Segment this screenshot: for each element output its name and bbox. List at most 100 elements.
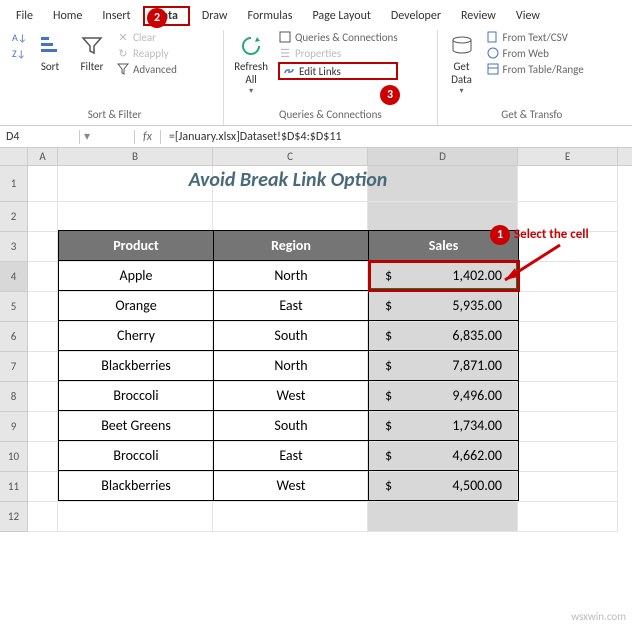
row-header[interactable]: 9 [0, 412, 28, 442]
fx-icon[interactable]: fx [134, 130, 161, 144]
row-header[interactable]: 10 [0, 442, 28, 472]
table-row: BlackberriesNorth$7,871.00 [59, 351, 519, 381]
properties-button[interactable]: ☰Properties [278, 46, 398, 60]
col-header-a[interactable]: A [28, 148, 58, 165]
cell-sales[interactable]: $9,496.00 [369, 381, 519, 411]
table-row: AppleNorth$1,402.00 [59, 261, 519, 291]
callout-circle-1: 1 [490, 225, 510, 245]
queries-connections-button[interactable]: Queries & Connections [278, 30, 398, 44]
advanced-button[interactable]: Advanced [116, 62, 177, 76]
column-headers: A B C D E [0, 148, 632, 166]
row-header[interactable]: 7 [0, 352, 28, 382]
cell-product[interactable]: Orange [59, 291, 214, 321]
cell-region[interactable]: North [214, 261, 369, 291]
row-header[interactable]: 12 [0, 502, 28, 532]
from-table-button[interactable]: From Table/Range [486, 62, 584, 76]
filter-label: Filter [81, 60, 104, 73]
tab-draw[interactable]: Draw [194, 6, 236, 26]
cell-sales[interactable]: $7,871.00 [369, 351, 519, 381]
sort-button[interactable]: Sort [32, 30, 68, 75]
cell-product[interactable]: Broccoli [59, 441, 214, 471]
ribbon-data: A↓ Z↓ Sort Filter ✕Clear ↻Reapply Advanc… [0, 26, 632, 126]
callout-circle-3: 3 [380, 85, 400, 105]
filter-button[interactable]: Filter [74, 30, 110, 75]
cell-sales[interactable]: $4,662.00 [369, 441, 519, 471]
tab-developer[interactable]: Developer [383, 6, 449, 26]
edit-links-button[interactable]: Edit Links [282, 64, 341, 78]
row-header[interactable]: 5 [0, 292, 28, 322]
name-box[interactable]: D4 [0, 130, 80, 144]
cell-product[interactable]: Apple [59, 261, 214, 291]
name-box-dropdown-icon[interactable]: ▾ [80, 129, 94, 144]
th-product: Product [59, 231, 214, 261]
row-header[interactable]: 1 [0, 166, 28, 202]
row-header[interactable]: 2 [0, 202, 28, 232]
col-header-b[interactable]: B [58, 148, 213, 165]
cell-region[interactable]: South [214, 411, 369, 441]
row-header[interactable]: 11 [0, 472, 28, 502]
refresh-icon [237, 32, 265, 60]
queries-icon [278, 30, 292, 44]
tab-review[interactable]: Review [453, 6, 504, 26]
get-transform-group-label: Get & Transfo [444, 106, 620, 125]
th-region: Region [214, 231, 369, 261]
cell-product[interactable]: Blackberries [59, 351, 214, 381]
cell-sales[interactable]: $5,935.00 [369, 291, 519, 321]
refresh-all-button[interactable]: Refresh All ▾ [230, 30, 272, 98]
sort-asc-icon[interactable]: A↓ [12, 30, 26, 44]
from-table-icon [486, 62, 500, 76]
properties-icon: ☰ [278, 46, 292, 60]
col-header-c[interactable]: C [213, 148, 368, 165]
cell-sales[interactable]: $4,500.00 [369, 471, 519, 501]
callout-arrow-icon [490, 240, 570, 290]
tab-view[interactable]: View [508, 6, 548, 26]
get-data-button[interactable]: Get Data ▾ [444, 30, 480, 98]
formula-input[interactable]: =[January.xlsx]Dataset!$D$4:$D$11 [161, 130, 632, 144]
table-row: CherrySouth$6,835.00 [59, 321, 519, 351]
select-all-cell[interactable] [0, 148, 28, 165]
tab-insert[interactable]: Insert [94, 6, 138, 26]
tab-page-layout[interactable]: Page Layout [304, 6, 378, 26]
cell-product[interactable]: Broccoli [59, 381, 214, 411]
cell-region[interactable]: East [214, 441, 369, 471]
col-header-e[interactable]: E [518, 148, 618, 165]
ribbon-group-get-transform: Get Data ▾ From Text/CSV From Web From T… [438, 30, 626, 125]
row-header[interactable]: 3 [0, 232, 28, 262]
col-header-d[interactable]: D [368, 148, 518, 165]
from-text-button[interactable]: From Text/CSV [486, 30, 584, 44]
cell-region[interactable]: North [214, 351, 369, 381]
clear-button[interactable]: ✕Clear [116, 30, 177, 44]
tab-home[interactable]: Home [45, 6, 90, 26]
cell-product[interactable]: Cherry [59, 321, 214, 351]
table-row: BroccoliEast$4,662.00 [59, 441, 519, 471]
cell-region[interactable]: West [214, 381, 369, 411]
cell-region[interactable]: East [214, 291, 369, 321]
tab-formulas[interactable]: Formulas [240, 6, 301, 26]
row-header[interactable]: 4 [0, 262, 28, 292]
reapply-button[interactable]: ↻Reapply [116, 46, 177, 60]
sort-desc-icon[interactable]: Z↓ [12, 46, 26, 60]
watermark: wsxwin.com [571, 610, 626, 623]
ribbon-group-queries: Refresh All ▾ Queries & Connections ☰Pro… [224, 30, 437, 125]
cell-sales[interactable]: $1,734.00 [369, 411, 519, 441]
spreadsheet-grid[interactable]: 1 2 3 4 5 6 7 8 9 10 11 12 Avoid Break L… [0, 166, 632, 532]
from-text-icon [486, 30, 500, 44]
row-header[interactable]: 8 [0, 382, 28, 412]
get-data-icon [448, 32, 476, 60]
cell-product[interactable]: Beet Greens [59, 411, 214, 441]
row-header[interactable]: 6 [0, 322, 28, 352]
cell-region[interactable]: West [214, 471, 369, 501]
callout-select-cell: Select the cell [514, 227, 589, 242]
table-row: BroccoliWest$9,496.00 [59, 381, 519, 411]
from-web-button[interactable]: From Web [486, 46, 584, 60]
clear-icon: ✕ [116, 30, 130, 44]
chevron-down-icon: ▾ [249, 86, 253, 96]
queries-group-label: Queries & Connections [230, 106, 430, 125]
cell-sales[interactable]: $6,835.00 [369, 321, 519, 351]
cell-region[interactable]: South [214, 321, 369, 351]
table-row: Beet GreensSouth$1,734.00 [59, 411, 519, 441]
from-web-icon [486, 46, 500, 60]
tab-file[interactable]: File [8, 6, 41, 26]
cell-product[interactable]: Blackberries [59, 471, 214, 501]
sort-filter-group-label: Sort & Filter [12, 106, 217, 125]
